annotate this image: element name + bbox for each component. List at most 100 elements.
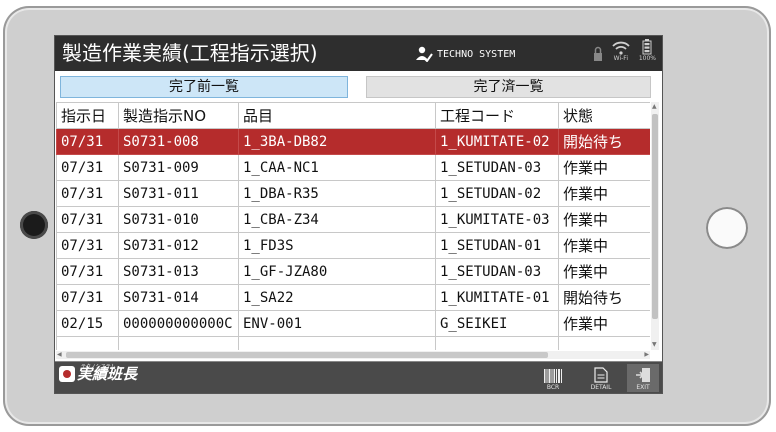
cell-item: 1_DBA-R35 xyxy=(238,180,436,207)
horizontal-scrollbar[interactable]: ◀ ▶ xyxy=(56,351,650,359)
cell-item: 1_GF-JZA80 xyxy=(238,258,436,285)
cell-order-no: S0731-008 xyxy=(118,128,239,155)
cell-date: 07/31 xyxy=(56,180,119,207)
cell-date: 07/31 xyxy=(56,154,119,181)
cell-item: 1_SA22 xyxy=(238,284,436,311)
horizontal-scroll-thumb[interactable] xyxy=(66,352,548,358)
cell-process-code: 1_KUMITATE-01 xyxy=(435,284,559,311)
col-header-process-code[interactable]: 工程コード xyxy=(435,102,559,129)
battery-icon xyxy=(642,39,652,55)
cell-status: 作業中 xyxy=(558,154,650,181)
cell-date: 02/15 xyxy=(56,310,119,337)
cell-date: 07/31 xyxy=(56,206,119,233)
wifi-icon xyxy=(612,41,630,55)
cell-status: 作業中 xyxy=(558,310,650,337)
cell-date: 07/31 xyxy=(56,128,119,155)
cell-date xyxy=(56,336,119,350)
page-title: 製造作業実績(工程指示選択) xyxy=(62,41,318,65)
cell-order-no: S0731-009 xyxy=(118,154,239,181)
bcr-label: BCR xyxy=(546,384,560,391)
cell-process-code xyxy=(435,336,559,350)
cell-order-no: 000000000000C xyxy=(118,310,239,337)
cell-order-no xyxy=(118,336,239,350)
cell-process-code: 1_SETUDAN-02 xyxy=(435,180,559,207)
cell-status xyxy=(558,336,650,350)
cell-process-code: 1_SETUDAN-01 xyxy=(435,232,559,259)
cell-item: ENV-001 xyxy=(238,310,436,337)
system-name: TECHNO SYSTEM xyxy=(437,48,516,60)
exit-label: EXIT xyxy=(636,384,650,391)
tab-pending[interactable]: 完了前一覧 xyxy=(60,76,348,98)
wifi-indicator: Wi-Fi xyxy=(612,41,630,62)
cell-process-code: 1_KUMITATE-03 xyxy=(435,206,559,233)
cell-order-no: S0731-011 xyxy=(118,180,239,207)
cell-date: 07/31 xyxy=(56,232,119,259)
scroll-down-icon[interactable]: ▼ xyxy=(652,342,657,348)
table-row[interactable]: 07/31 S0731-013 1_GF-JZA80 1_SETUDAN-03 … xyxy=(56,258,650,285)
table-row[interactable]: 07/31 S0731-008 1_3BA-DB82 1_KUMITATE-02… xyxy=(56,128,650,155)
cell-order-no: S0731-014 xyxy=(118,284,239,311)
table-row[interactable]: 07/31 S0731-010 1_CBA-Z34 1_KUMITATE-03 … xyxy=(56,206,650,233)
table-row[interactable]: 02/15 000000000000C ENV-001 G_SEIKEI 作業中 xyxy=(56,310,650,337)
table-row[interactable] xyxy=(56,336,650,350)
document-icon xyxy=(594,367,608,383)
cell-item xyxy=(238,336,436,350)
cell-item: 1_FD3S xyxy=(238,232,436,259)
table-row[interactable]: 07/31 S0731-014 1_SA22 1_KUMITATE-01 開始待… xyxy=(56,284,650,311)
cell-process-code: 1_SETUDAN-03 xyxy=(435,154,559,181)
cell-process-code: 1_SETUDAN-03 xyxy=(435,258,559,285)
cell-item: 1_3BA-DB82 xyxy=(238,128,436,155)
scroll-left-icon[interactable]: ◀ xyxy=(57,351,62,359)
user-check-icon xyxy=(415,46,433,62)
cell-order-no: S0731-010 xyxy=(118,206,239,233)
exit-door-icon xyxy=(636,368,650,382)
system-label: TECHNO SYSTEM xyxy=(415,41,515,67)
tab-completed[interactable]: 完了済一覧 xyxy=(366,76,651,98)
home-button[interactable] xyxy=(706,207,748,249)
lock-icon xyxy=(593,46,603,62)
cell-status: 作業中 xyxy=(558,180,650,207)
col-header-order-no[interactable]: 製造指示NO xyxy=(118,102,239,129)
barcode-icon xyxy=(544,369,562,383)
col-header-date[interactable]: 指示日 xyxy=(56,102,119,129)
scroll-up-icon[interactable]: ▲ xyxy=(652,104,657,110)
cell-item: 1_CBA-Z34 xyxy=(238,206,436,233)
app-screen: 製造作業実績(工程指示選択) TECHNO SYSTEM Wi-Fi 100% … xyxy=(54,35,663,394)
battery-indicator: 100% xyxy=(639,39,656,62)
exit-button[interactable]: EXIT xyxy=(627,364,659,392)
col-header-status[interactable]: 状態 xyxy=(558,102,650,129)
col-header-item[interactable]: 品目 xyxy=(238,102,436,129)
battery-label: 100% xyxy=(638,55,656,62)
camera-icon xyxy=(20,211,48,239)
wifi-label: Wi-Fi xyxy=(613,55,628,62)
bcr-button[interactable]: BCR xyxy=(537,364,569,392)
cell-status: 作業中 xyxy=(558,258,650,285)
scroll-right-icon[interactable]: ▶ xyxy=(644,351,649,359)
cell-process-code: G_SEIKEI xyxy=(435,310,559,337)
cell-order-no: S0731-013 xyxy=(118,258,239,285)
cell-order-no: S0731-012 xyxy=(118,232,239,259)
logo-kana: テクノシステム xyxy=(81,364,116,370)
cell-item: 1_CAA-NC1 xyxy=(238,154,436,181)
vertical-scrollbar[interactable]: ▲ ▼ xyxy=(651,102,659,350)
detail-label: DETAIL xyxy=(590,384,612,391)
cell-status: 作業中 xyxy=(558,206,650,233)
cell-date: 07/31 xyxy=(56,284,119,311)
footer-bar: テクノシステム 実績班長 BCR DETAIL EXIT xyxy=(55,361,662,393)
status-icons: Wi-Fi 100% xyxy=(593,39,656,62)
cell-status: 開始待ち xyxy=(558,284,650,311)
detail-button[interactable]: DETAIL xyxy=(585,364,617,392)
table-row[interactable]: 07/31 S0731-009 1_CAA-NC1 1_SETUDAN-03 作… xyxy=(56,154,650,181)
list-tabs: 完了前一覧 完了済一覧 xyxy=(60,76,653,98)
cell-date: 07/31 xyxy=(56,258,119,285)
instruction-table: 指示日 製造指示NO 品目 工程コード 状態 07/31 S0731-008 1… xyxy=(56,102,650,350)
cell-status: 開始待ち xyxy=(558,128,650,155)
table-row[interactable]: 07/31 S0731-012 1_FD3S 1_SETUDAN-01 作業中 xyxy=(56,232,650,259)
table-row[interactable]: 07/31 S0731-011 1_DBA-R35 1_SETUDAN-02 作… xyxy=(56,180,650,207)
cell-status: 作業中 xyxy=(558,232,650,259)
logo-mark-icon xyxy=(59,366,75,382)
table-header-row: 指示日 製造指示NO 品目 工程コード 状態 xyxy=(56,102,650,129)
vertical-scroll-thumb[interactable] xyxy=(652,114,658,319)
app-logo: テクノシステム 実績班長 xyxy=(59,364,137,383)
cell-process-code: 1_KUMITATE-02 xyxy=(435,128,559,155)
